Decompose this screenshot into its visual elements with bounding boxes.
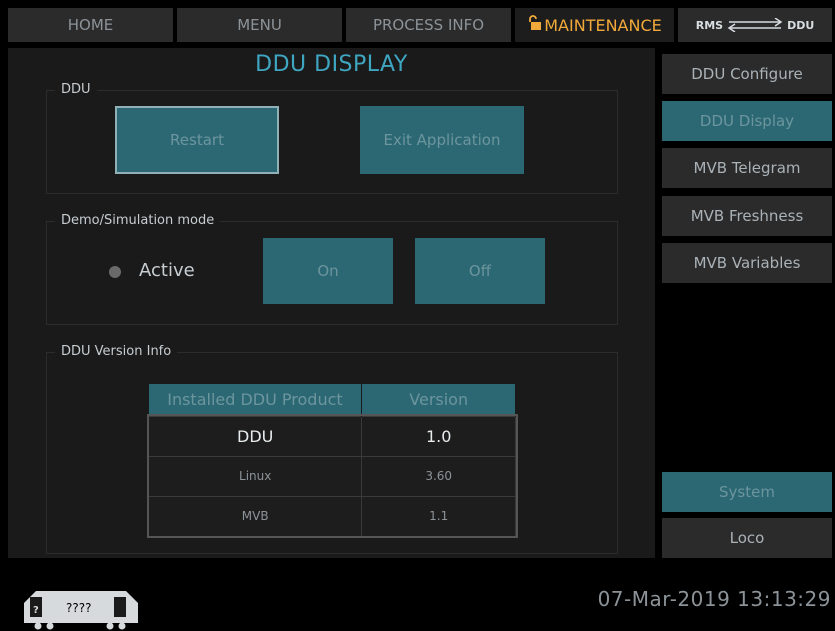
- sidebar-item-label: MVB Variables: [693, 254, 801, 272]
- sidebar-item-ddu-configure[interactable]: DDU Configure: [662, 54, 832, 94]
- table-row: MVB 1.1: [147, 495, 516, 537]
- demo-on-label: On: [317, 262, 339, 280]
- exit-application-button[interactable]: Exit Application: [360, 106, 524, 174]
- sidebar-item-mvb-freshness[interactable]: MVB Freshness: [662, 196, 832, 236]
- version-cell: 1.0: [361, 415, 516, 457]
- ddu-screen: HOME MENU PROCESS INFO MAINTENANCE RMS D…: [0, 0, 835, 631]
- product-cell: Linux: [147, 455, 363, 497]
- nav-menu-label: MENU: [237, 16, 282, 34]
- loco-id-label: ????: [66, 601, 92, 615]
- version-cell: 1.1: [361, 495, 516, 537]
- nav-maintenance-label: MAINTENANCE: [544, 15, 662, 35]
- ddu-label: DDU: [787, 18, 815, 32]
- swap-arrows-icon: [727, 18, 783, 32]
- sidebar-item-label: MVB Telegram: [693, 159, 801, 177]
- nav-process-info-label: PROCESS INFO: [372, 16, 485, 34]
- restart-button[interactable]: Restart: [115, 106, 279, 174]
- table-row: Linux 3.60: [147, 455, 516, 497]
- version-table: Installed DDU Product Version DDU 1.0 Li…: [146, 384, 518, 538]
- sidebar-item-label: Loco: [729, 529, 765, 547]
- product-cell: MVB: [147, 495, 363, 537]
- sidebar-item-loco[interactable]: Loco: [662, 518, 832, 558]
- restart-button-label: Restart: [170, 131, 224, 149]
- rms-label: RMS: [695, 18, 724, 32]
- sidebar-item-label: DDU Display: [699, 112, 795, 130]
- svg-text:?: ?: [33, 605, 39, 616]
- ddu-group-label: DDU: [55, 82, 97, 97]
- sidebar-item-mvb-variables[interactable]: MVB Variables: [662, 243, 832, 283]
- demo-off-button[interactable]: Off: [415, 238, 545, 304]
- version-group-label: DDU Version Info: [55, 344, 178, 359]
- sidebar-item-ddu-display[interactable]: DDU Display: [662, 101, 832, 141]
- locomotive-status-widget[interactable]: ? ????: [22, 589, 140, 630]
- nav-home-label: HOME: [67, 16, 114, 34]
- sidebar-item-mvb-telegram[interactable]: MVB Telegram: [662, 148, 832, 188]
- demo-off-label: Off: [468, 262, 492, 280]
- sidebar-item-label: System: [719, 483, 775, 501]
- nav-process-info-tab[interactable]: PROCESS INFO: [346, 8, 511, 42]
- rms-ddu-switch-tab[interactable]: RMS DDU: [678, 8, 832, 42]
- unlock-icon: [527, 15, 542, 35]
- nav-maintenance-tab[interactable]: MAINTENANCE: [515, 8, 674, 42]
- nav-menu-tab[interactable]: MENU: [177, 8, 342, 42]
- main-panel: DDU DISPLAY DDU Restart Exit Application…: [8, 48, 655, 558]
- active-label: Active: [139, 260, 195, 281]
- active-indicator-icon: [109, 266, 121, 278]
- exit-application-label: Exit Application: [383, 131, 501, 149]
- sidebar-item-label: MVB Freshness: [690, 207, 804, 225]
- datetime-display: 07-Mar-2019 13:13:29: [597, 587, 831, 611]
- version-column-header: Version: [361, 384, 516, 416]
- demo-group-label: Demo/Simulation mode: [55, 213, 221, 228]
- page-title: DDU DISPLAY: [255, 52, 408, 77]
- version-cell: 3.60: [361, 455, 516, 497]
- sidebar-item-label: DDU Configure: [691, 65, 803, 83]
- nav-home-tab[interactable]: HOME: [8, 8, 173, 42]
- table-row: DDU 1.0: [147, 415, 516, 457]
- sidebar-item-system[interactable]: System: [662, 472, 832, 512]
- demo-on-button[interactable]: On: [263, 238, 393, 304]
- product-column-header: Installed DDU Product: [148, 384, 363, 416]
- product-cell: DDU: [147, 415, 363, 457]
